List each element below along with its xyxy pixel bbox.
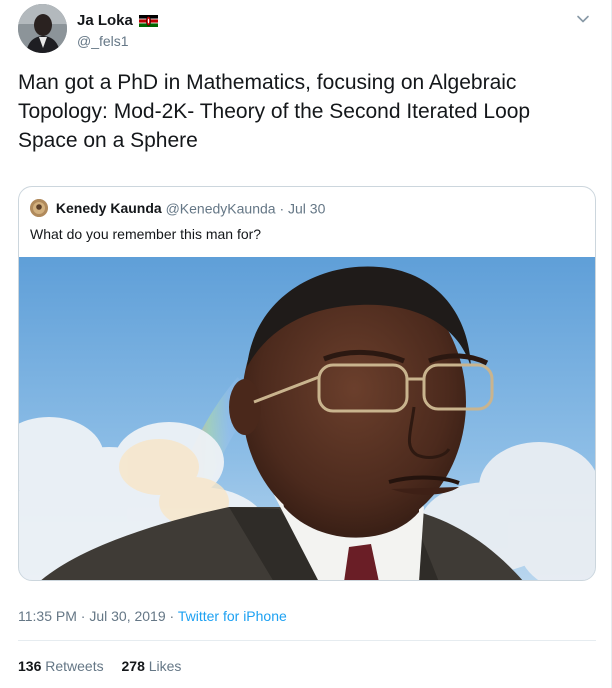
- divider: [18, 640, 596, 641]
- quoted-tweet-header: Kenedy Kaunda @KenedyKaunda · Jul 30: [30, 199, 325, 218]
- likes-label: Likes: [148, 658, 182, 674]
- retweets-label: Retweets: [45, 658, 104, 674]
- kenya-flag-icon: [139, 14, 159, 27]
- tweet-date[interactable]: Jul 30, 2019: [89, 608, 165, 624]
- separator-dot: ·: [279, 200, 285, 217]
- tweet-text: Man got a PhD in Mathematics, focusing o…: [18, 71, 531, 152]
- quoted-tweet-date[interactable]: Jul 30: [288, 200, 325, 216]
- retweets-stat[interactable]: 136 Retweets: [18, 658, 104, 674]
- tweet-header: Ja Loka @_fels1: [18, 4, 598, 54]
- chevron-down-icon[interactable]: [576, 12, 590, 26]
- tweet-stats: 136 Retweets 278 Likes: [18, 658, 195, 674]
- quoted-author-name[interactable]: Kenedy Kaunda: [56, 200, 162, 216]
- tweet-meta: 11:35 PM · Jul 30, 2019 · Twitter for iP…: [18, 608, 287, 624]
- separator-dot: ·: [169, 608, 175, 624]
- quoted-tweet-photo[interactable]: [19, 257, 595, 580]
- quoted-author-handle[interactable]: @KenedyKaunda: [166, 200, 276, 216]
- tweet-source-link[interactable]: Twitter for iPhone: [178, 608, 287, 624]
- tweet-time[interactable]: 11:35 PM: [18, 608, 77, 624]
- tweet-card: Ja Loka @_fels1 Man got a PhD in Mathema…: [0, 0, 612, 688]
- likes-stat[interactable]: 278 Likes: [122, 658, 182, 674]
- author-names: Ja Loka @_fels1: [77, 12, 159, 49]
- author-display-name[interactable]: Ja Loka: [77, 12, 133, 29]
- quoted-author-avatar: [30, 199, 48, 218]
- likes-count: 278: [121, 658, 145, 674]
- retweets-count: 136: [18, 658, 42, 674]
- author-avatar[interactable]: [18, 4, 67, 53]
- author-handle[interactable]: @_fels1: [77, 33, 158, 49]
- quoted-tweet-text: What do you remember this man for?: [30, 226, 262, 242]
- quoted-tweet[interactable]: Kenedy Kaunda @KenedyKaunda · Jul 30 Wha…: [18, 186, 596, 581]
- separator-dot: ·: [80, 608, 86, 624]
